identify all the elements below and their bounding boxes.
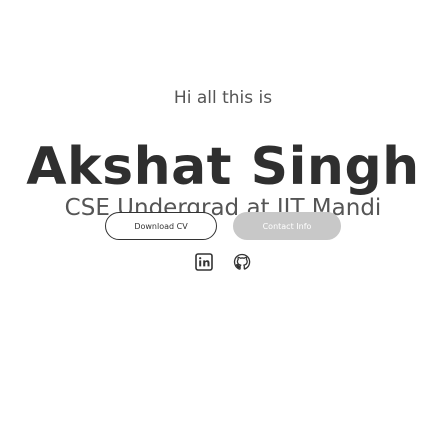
profile-name: Akshat Singh [26, 136, 420, 197]
social-links [0, 253, 446, 271]
download-cv-button[interactable]: Download CV [105, 212, 217, 240]
contact-info-button[interactable]: Contact Info [233, 212, 341, 240]
hero-section: Hi all this is Akshat Singh CSE Undergra… [0, 0, 446, 424]
linkedin-icon[interactable] [195, 253, 213, 271]
github-icon[interactable] [233, 253, 251, 271]
greeting-text: Hi all this is [173, 88, 273, 108]
hero-buttons: Download CV Contact Info [0, 212, 446, 240]
